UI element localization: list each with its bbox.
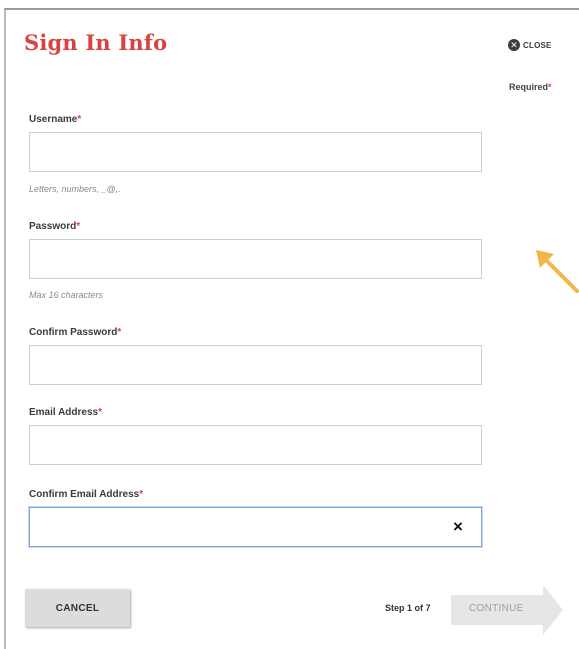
confirm-password-input[interactable]: [29, 345, 482, 385]
confirm-email-label-text: Confirm Email Address: [29, 489, 140, 500]
username-hint: Letters, numbers, _@,.: [29, 184, 121, 194]
confirm-email-input[interactable]: [29, 507, 482, 547]
close-circle-icon: ✕: [508, 39, 520, 51]
required-note-text: Required: [509, 82, 549, 92]
password-input[interactable]: [29, 239, 482, 279]
required-note: Required*: [509, 82, 552, 92]
close-button[interactable]: ✕ CLOSE: [508, 39, 552, 51]
required-star: *: [76, 221, 81, 232]
username-label-text: Username: [29, 114, 78, 125]
password-hint: Max 16 characters: [29, 290, 104, 300]
confirm-email-label: Confirm Email Address*: [29, 489, 143, 500]
continue-button[interactable]: CONTINUE: [451, 585, 563, 635]
clear-x-icon[interactable]: ×: [453, 517, 463, 537]
required-star: *: [117, 327, 122, 338]
confirm-password-label-text: Confirm Password: [29, 327, 118, 338]
username-input[interactable]: [29, 132, 482, 172]
required-star: *: [77, 114, 82, 125]
password-label-text: Password: [29, 221, 77, 232]
cancel-button[interactable]: CANCEL: [25, 589, 130, 627]
email-input[interactable]: [29, 425, 482, 465]
close-label: CLOSE: [523, 40, 552, 50]
step-indicator: Step 1 of 7: [385, 603, 431, 613]
required-star: *: [139, 489, 144, 500]
email-label: Email Address*: [29, 407, 102, 418]
continue-label: CONTINUE: [469, 603, 524, 614]
email-label-text: Email Address: [29, 407, 99, 418]
password-label: Password*: [29, 221, 80, 232]
annotation-arrow-icon: [536, 250, 579, 293]
confirm-password-label: Confirm Password*: [29, 327, 121, 338]
required-star: *: [98, 407, 103, 418]
required-star: *: [548, 82, 552, 92]
dialog-title: Sign In Info: [24, 30, 168, 55]
username-label: Username*: [29, 114, 81, 125]
